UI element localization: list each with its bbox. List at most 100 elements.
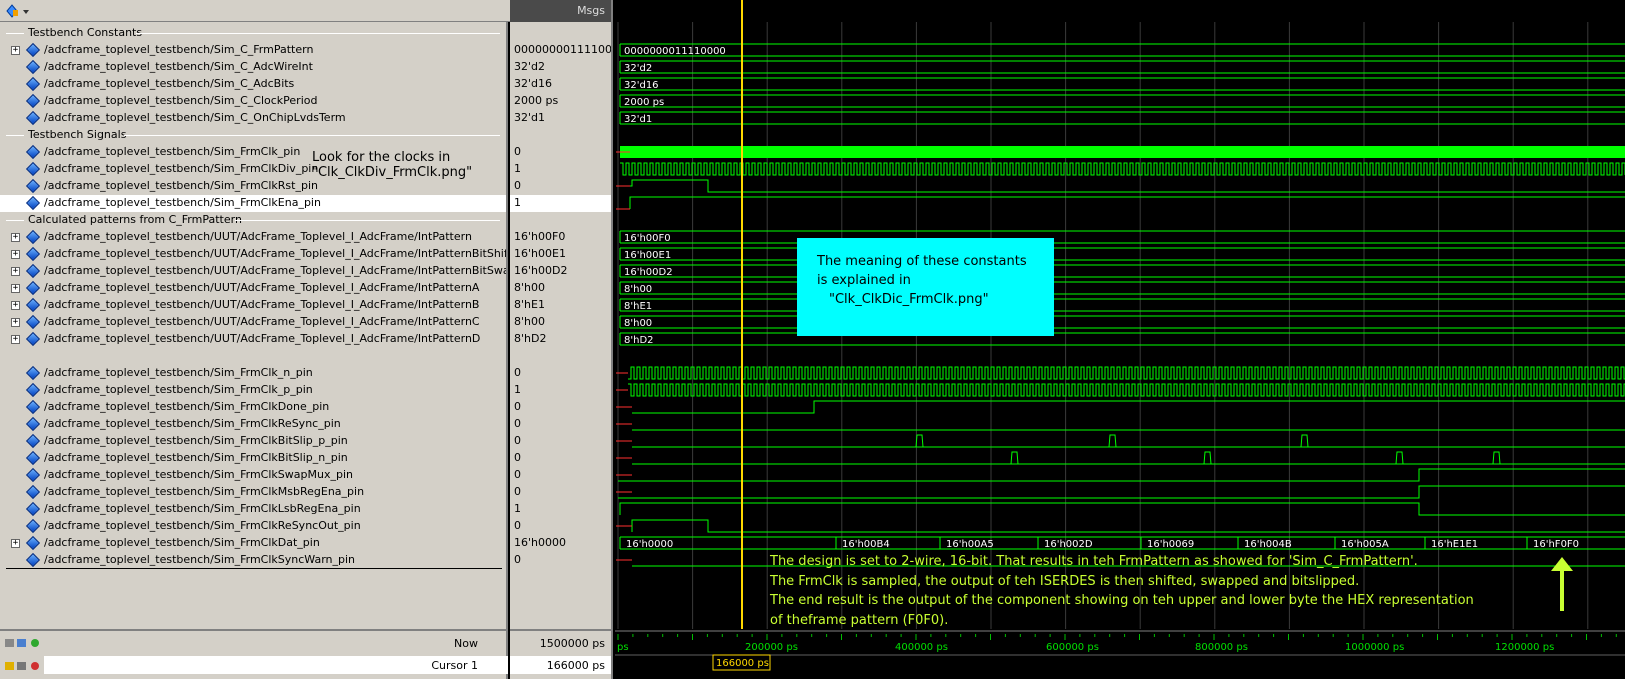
- cursor-label[interactable]: Cursor 1: [431, 659, 478, 672]
- signal-row[interactable]: /adcframe_toplevel_testbench/Sim_FrmClkR…: [0, 416, 506, 433]
- signal-row[interactable]: /adcframe_toplevel_testbench/Sim_C_AdcBi…: [0, 76, 506, 93]
- signal-row[interactable]: /adcframe_toplevel_testbench/Sim_C_AdcWi…: [0, 59, 506, 76]
- bus-value-label: 16'h00D2: [624, 267, 673, 278]
- expand-icon[interactable]: +: [11, 301, 20, 310]
- zoom-tools-icon[interactable]: [4, 636, 44, 650]
- signal-name: /adcframe_toplevel_testbench/Sim_FrmClkR…: [44, 417, 341, 430]
- signal-value-row: 0: [510, 518, 611, 535]
- signal-diamond-icon: [25, 42, 41, 58]
- signal-value-row: 32'd16: [510, 76, 611, 93]
- signal-value-row: 16'h00D2: [510, 263, 611, 280]
- signal-row[interactable]: /adcframe_toplevel_testbench/Sim_FrmClkB…: [0, 433, 506, 450]
- signal-value-row: 32'd2: [510, 59, 611, 76]
- signal-row[interactable]: /adcframe_toplevel_testbench/Sim_FrmClkR…: [0, 178, 506, 195]
- signal-row[interactable]: /adcframe_toplevel_testbench/Sim_FrmClkE…: [0, 195, 506, 212]
- clocks-note: Look for the clocks in "Clk_ClkDiv_FrmCl…: [312, 150, 472, 180]
- timeline-label: 800000 ps: [1195, 642, 1248, 653]
- signal-name: /adcframe_toplevel_testbench/UUT/AdcFram…: [44, 247, 508, 260]
- expand-icon[interactable]: +: [11, 46, 20, 55]
- signal-diamond-icon: [25, 93, 41, 109]
- signal-diamond-icon: [25, 484, 41, 500]
- signal-name: /adcframe_toplevel_testbench/Sim_FrmClk_…: [44, 366, 313, 379]
- signal-row[interactable]: /adcframe_toplevel_testbench/Sim_FrmClkB…: [0, 450, 506, 467]
- signal-row[interactable]: + /adcframe_toplevel_testbench/UUT/AdcFra…: [0, 331, 506, 348]
- signal-value-row: 0: [510, 467, 611, 484]
- signal-row[interactable]: + /adcframe_toplevel_testbench/Sim_C_FrmP…: [0, 42, 506, 59]
- status-value-area: 1500000 ps 166000 ps: [510, 629, 613, 679]
- bus-value-label: 8'hD2: [624, 335, 654, 346]
- section-divider: [136, 33, 500, 34]
- waveform-window: Testbench Constants Testbench Signals Calc…: [0, 0, 1625, 679]
- signal-value: 0: [514, 179, 521, 192]
- signal-value: 16'h00E1: [514, 247, 566, 260]
- signal-row[interactable]: + /adcframe_toplevel_testbench/Sim_FrmClk…: [0, 535, 506, 552]
- expand-icon[interactable]: +: [11, 233, 20, 242]
- section-label-signals[interactable]: Testbench Signals: [28, 128, 126, 141]
- signal-row[interactable]: /adcframe_toplevel_testbench/Sim_FrmClkR…: [0, 518, 506, 535]
- signal-row[interactable]: /adcframe_toplevel_testbench/Sim_FrmClk_…: [0, 382, 506, 399]
- bus-value-label: 8'hE1: [624, 301, 652, 312]
- bus-value-label: 2000 ps: [624, 97, 664, 108]
- bus-value-label: 8'h00: [624, 284, 652, 295]
- signal-value: 16'h00D2: [514, 264, 568, 277]
- signal-value: 1: [514, 502, 521, 515]
- section-label-patterns[interactable]: Calculated patterns from C_FrmPattern: [28, 213, 242, 226]
- signal-value: 0: [514, 485, 521, 498]
- swapmux-wave: [618, 468, 1625, 482]
- signal-row[interactable]: /adcframe_toplevel_testbench/Sim_FrmClkL…: [0, 501, 506, 518]
- signal-name: /adcframe_toplevel_testbench/Sim_FrmClkD…: [44, 162, 319, 175]
- signal-name: /adcframe_toplevel_testbench/Sim_FrmClkL…: [44, 502, 361, 515]
- signal-row[interactable]: /adcframe_toplevel_testbench/Sim_FrmClk_…: [0, 365, 506, 382]
- signal-value-pane: Msgs 0000000011110000 32'd2 32'd16 2000 ps 3…: [510, 0, 613, 629]
- cursor-flag-label: 166000 ps: [716, 658, 769, 669]
- signal-row[interactable]: /adcframe_toplevel_testbench/Sim_FrmClkS…: [0, 467, 506, 484]
- signal-value-row: 8'h00: [510, 314, 611, 331]
- signal-value: 8'hD2: [514, 332, 547, 345]
- expand-icon[interactable]: +: [11, 284, 20, 293]
- signal-value-row: 1: [510, 501, 611, 518]
- bus-value-label: 16'h00E1: [624, 250, 671, 261]
- signal-value: 1: [514, 196, 521, 209]
- resyncout-wave: [631, 519, 1625, 533]
- bitslip-n-pulse: [1010, 451, 1019, 465]
- signal-row[interactable]: /adcframe_toplevel_testbench/Sim_C_OnChi…: [0, 110, 506, 127]
- expand-icon[interactable]: +: [11, 250, 20, 259]
- expand-icon[interactable]: +: [11, 539, 20, 548]
- signal-diamond-icon: [25, 552, 41, 568]
- signal-row[interactable]: + /adcframe_toplevel_testbench/UUT/AdcFra…: [0, 297, 506, 314]
- signal-diamond-icon: [25, 331, 41, 347]
- signal-row[interactable]: + /adcframe_toplevel_testbench/UUT/AdcFra…: [0, 314, 506, 331]
- section-label-constants[interactable]: Testbench Constants: [28, 26, 142, 39]
- signal-value: 32'd2: [514, 60, 546, 73]
- signal-diamond-icon: [25, 110, 41, 126]
- expand-icon[interactable]: +: [11, 335, 20, 344]
- signal-toolbar-icon[interactable]: [4, 3, 30, 19]
- design-note-line2: The FrmClk is sampled, the output of teh…: [770, 573, 1360, 589]
- wave-header: [615, 0, 1625, 22]
- bus-value-label: 32'd1: [624, 114, 652, 125]
- signal-value-row: 0: [510, 433, 611, 450]
- frmclk-n-wave: [628, 366, 1625, 380]
- frmclk-p-wave: [628, 383, 1625, 397]
- signal-row[interactable]: + /adcframe_toplevel_testbench/UUT/AdcFra…: [0, 229, 506, 246]
- signal-value-row: 0: [510, 399, 611, 416]
- signal-row[interactable]: + /adcframe_toplevel_testbench/UUT/AdcFra…: [0, 280, 506, 297]
- signal-row[interactable]: /adcframe_toplevel_testbench/Sim_FrmClkS…: [0, 552, 506, 569]
- signal-row[interactable]: /adcframe_toplevel_testbench/Sim_FrmClkM…: [0, 484, 506, 501]
- signal-value: 8'h00: [514, 315, 545, 328]
- now-label: Now: [454, 637, 478, 650]
- expand-icon[interactable]: +: [11, 318, 20, 327]
- bitslip-n-pulse: [1492, 451, 1501, 465]
- signal-name-pane: Testbench Constants Testbench Signals Calc…: [0, 22, 508, 629]
- signal-row[interactable]: + /adcframe_toplevel_testbench/UUT/AdcFra…: [0, 263, 506, 280]
- expand-icon[interactable]: +: [11, 267, 20, 276]
- bus-value-label: 16'h0000: [626, 539, 673, 550]
- signal-row[interactable]: /adcframe_toplevel_testbench/Sim_C_Clock…: [0, 93, 506, 110]
- signal-name: /adcframe_toplevel_testbench/Sim_FrmClkE…: [44, 196, 321, 209]
- cursor-tools-icon[interactable]: [4, 659, 44, 673]
- signal-row[interactable]: + /adcframe_toplevel_testbench/UUT/AdcFra…: [0, 246, 508, 263]
- signal-row[interactable]: /adcframe_toplevel_testbench/Sim_FrmClkD…: [0, 399, 506, 416]
- signal-name: /adcframe_toplevel_testbench/UUT/AdcFram…: [44, 298, 480, 311]
- signal-diamond-icon: [25, 195, 41, 211]
- signal-diamond-icon: [25, 416, 41, 432]
